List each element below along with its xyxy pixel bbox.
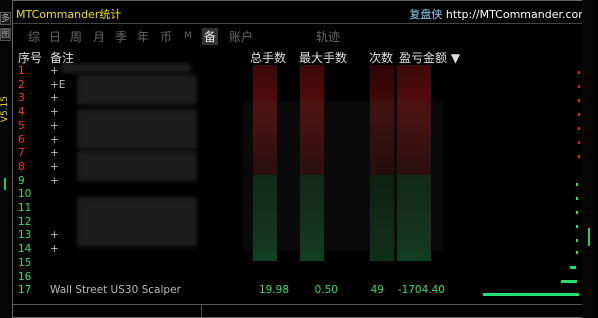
row-index: 15 [18,256,32,269]
col-pnl[interactable]: 盈亏金额 ▼ [399,49,460,66]
col-total-lots[interactable]: 总手数 [250,49,286,66]
row-index: 13 [18,229,32,242]
row-total-lots: 19.98 [258,284,289,297]
pnl-bar [576,251,578,254]
footer-divider [201,304,202,318]
table-row[interactable]: 10 [13,188,595,201]
table-row[interactable]: 15 [13,257,595,270]
row-note: Wall Street US30 Scalper [50,284,181,297]
tab-currency[interactable]: 币 [160,28,172,45]
table-row[interactable]: 7 + [13,147,595,160]
left-toolbar: 多 图 V5.15 [0,0,12,318]
table-row[interactable]: 1 + [13,65,595,78]
pnl-bar [561,280,577,283]
row-index: 1 [18,65,25,77]
pnl-bar [578,113,580,116]
row-note: +E [50,78,66,91]
row-pnl: -1704.40 [397,284,445,297]
pnl-bar [570,266,576,269]
tab-notes[interactable]: 备 [202,28,219,45]
tab-bar: 综 日 周 月 季 年 币 M 备 账户 轨迹 [13,25,595,45]
signal-tick-icon [588,228,590,246]
table-row[interactable]: 13 + [13,229,595,242]
pnl-bar [576,197,578,200]
tab-trajectory[interactable]: 轨迹 [316,28,340,45]
table-row[interactable]: 14 + [13,243,595,256]
pnl-bar [576,225,578,228]
tab-day[interactable]: 日 [49,28,61,45]
signal-tick-icon [4,178,6,190]
row-index: 16 [18,270,32,283]
table-row[interactable]: 3 + [13,92,595,105]
version-label: V5.15 [0,96,10,123]
row-index: 7 [18,147,25,160]
tab-month[interactable]: 月 [93,28,105,45]
tab-m[interactable]: M [184,31,192,41]
row-note: + [50,229,59,242]
row-note: + [50,147,59,160]
pnl-bar [578,155,580,158]
row-index: 8 [18,160,25,173]
row-note: + [50,133,59,146]
pnl-bar [578,99,580,102]
row-index: 5 [18,119,25,132]
footer-divider [13,304,595,305]
table-row[interactable]: 8 + [13,161,595,174]
pnl-bar [578,71,580,74]
row-index: 6 [18,133,25,146]
row-index: 17 [18,284,32,297]
row-count: 49 [370,284,384,297]
table-row[interactable]: 5 + [13,120,595,133]
stats-panel: MTCommander统计 复盘侠 http://MTCommander.com… [12,0,596,318]
pnl-bar [578,127,580,130]
table-row[interactable]: 11 [13,202,595,215]
col-idx[interactable]: 序号 [18,49,42,66]
table-row[interactable]: 12 [13,216,595,229]
pnl-bar [576,239,578,242]
row-index: 4 [18,106,25,119]
tab-year[interactable]: 年 [137,28,149,45]
tab-overview[interactable]: 综 [28,28,40,45]
brand-name: 复盘侠 [409,8,443,21]
table-row[interactable]: 6 + [13,134,595,147]
row-note: + [50,174,59,187]
row-note: + [50,160,59,173]
row-index: 11 [18,202,32,214]
row-index: 9 [18,174,25,187]
col-count[interactable]: 次数 [369,49,393,66]
row-index: 10 [18,188,32,201]
brand-link[interactable]: 复盘侠 http://MTCommander.com [409,6,589,22]
tab-quarter[interactable]: 季 [115,28,127,45]
row-index: 2 [18,78,25,91]
strip-button-duo[interactable]: 多 [0,12,11,25]
row-max-lots: 0.50 [314,284,338,297]
tab-account[interactable]: 账户 [229,28,253,45]
row-note: + [50,65,59,77]
row-note: + [50,106,59,119]
title-bar: MTCommander统计 复盘侠 http://MTCommander.com [13,1,595,24]
brand-url[interactable]: http://MTCommander.com [446,8,589,21]
col-max-lots[interactable]: 最大手数 [299,49,347,66]
right-strip [582,0,596,318]
pnl-bar [576,183,578,186]
table-row[interactable]: 2 +E [13,79,595,92]
row-index: 12 [18,215,32,228]
row-note: + [50,119,59,132]
table-row[interactable]: 9 + [13,175,595,188]
app-title: MTCommander统计 [16,8,122,21]
row-note: + [50,243,59,256]
pnl-bar [578,141,580,144]
pnl-bar [483,293,579,296]
strip-button-tu[interactable]: 图 [0,28,11,41]
row-index: 14 [18,243,32,256]
pnl-bar [576,211,578,214]
tab-week[interactable]: 周 [70,28,82,45]
table-row[interactable]: 4 + [13,106,595,119]
row-note: + [50,92,59,105]
pnl-bar [578,85,580,88]
table-row[interactable]: 16 [13,271,595,284]
row-index: 3 [18,92,25,105]
